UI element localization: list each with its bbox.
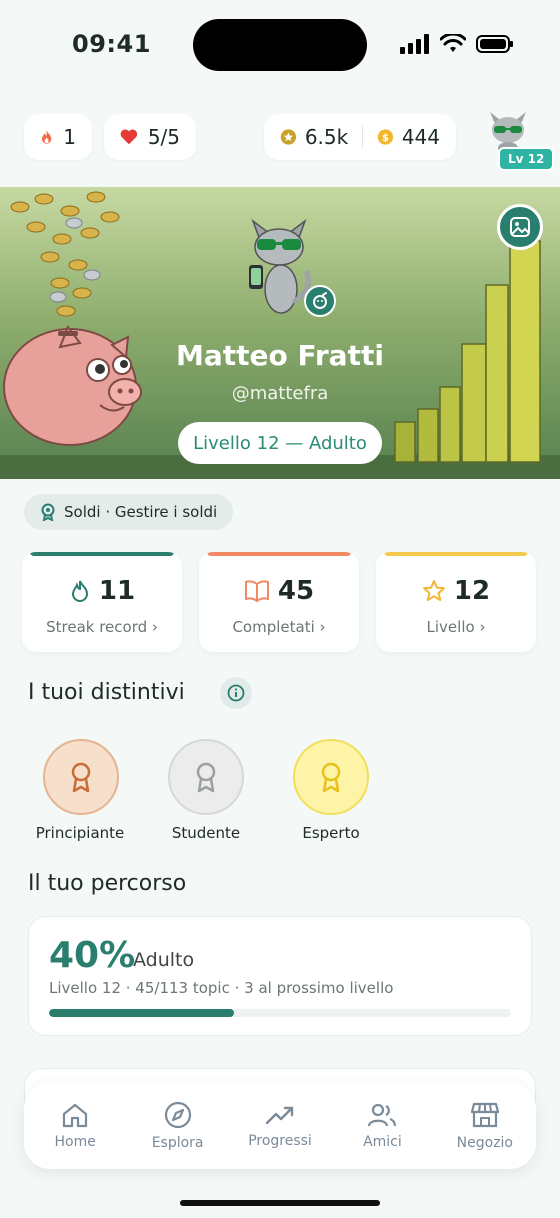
journey-percent: 40% xyxy=(49,935,136,976)
badges-info-button[interactable] xyxy=(220,677,252,709)
change-cover-button[interactable] xyxy=(497,204,543,250)
tab-amici-label: Amici xyxy=(363,1134,402,1150)
flame-icon xyxy=(71,580,88,602)
level-value: 12 xyxy=(453,576,491,606)
battery-icon xyxy=(476,35,513,53)
xp-count: 6.5k xyxy=(304,125,349,149)
level-pill[interactable]: Livello 12 — Adulto xyxy=(178,422,382,464)
level-card[interactable]: 12 Livello › xyxy=(376,552,536,652)
journey-meta: Livello 12 · 45/113 topic · 3 al prossim… xyxy=(49,979,394,997)
dynamic-island xyxy=(193,19,367,71)
completed-value: 45 xyxy=(277,576,315,606)
change-avatar-button[interactable] xyxy=(304,285,336,317)
tab-progressi[interactable]: Progressi xyxy=(229,1083,331,1169)
tab-negozio[interactable]: Negozio xyxy=(434,1083,536,1169)
badge-studente-label: Studente xyxy=(171,824,241,842)
streak-count: 1 xyxy=(63,125,76,149)
status-time: 09:41 xyxy=(72,30,151,58)
trend-icon xyxy=(265,1106,294,1125)
card-accent xyxy=(384,552,528,556)
tab-home[interactable]: Home xyxy=(24,1083,126,1169)
heart-icon xyxy=(120,129,138,145)
status-bar: 09:41 xyxy=(0,0,560,92)
badge-principiante-label: Principiante xyxy=(35,824,125,842)
ribbon-icon xyxy=(321,762,341,793)
journey-progress-fill xyxy=(49,1009,234,1017)
tab-negozio-label: Negozio xyxy=(456,1135,513,1151)
profile-name: Matteo Fratti xyxy=(176,339,384,372)
card-accent xyxy=(207,552,351,556)
lives-count: 5/5 xyxy=(147,125,180,149)
completed-card[interactable]: 45 Completati › xyxy=(199,552,359,652)
level-label: Livello › xyxy=(426,618,486,636)
streak-pill[interactable]: 1 xyxy=(24,114,92,160)
compass-icon xyxy=(164,1101,191,1129)
profile-handle: @mattefra xyxy=(231,383,329,404)
home-indicator xyxy=(180,1200,380,1206)
badge-principiante[interactable] xyxy=(43,739,119,815)
journey-title: Il tuo percorso xyxy=(28,871,187,896)
tab-home-label: Home xyxy=(54,1134,96,1150)
topic-label: Soldi · Gestire i soldi xyxy=(64,503,218,521)
tab-esplora-label: Esplora xyxy=(151,1135,204,1151)
badges-title: I tuoi distintivi xyxy=(28,680,185,705)
badge-studente[interactable] xyxy=(168,739,244,815)
status-icons xyxy=(400,34,514,54)
tab-esplora[interactable]: Esplora xyxy=(126,1083,228,1169)
profile-hero: Matteo Fratti @mattefra Livello 12 — Adu… xyxy=(0,187,560,479)
xp-star-icon xyxy=(280,129,297,145)
journey-progress-bar xyxy=(49,1009,511,1017)
journey-stage: Adulto xyxy=(133,949,195,971)
avatar-edit-icon xyxy=(313,292,327,309)
info-icon xyxy=(227,684,245,702)
badge-esperto[interactable] xyxy=(293,739,369,815)
wifi-icon xyxy=(440,34,466,52)
lives-pill[interactable]: 5/5 xyxy=(104,114,196,160)
star-icon xyxy=(422,580,445,601)
currency-pill[interactable]: 6.5k $ 444 xyxy=(264,114,456,160)
journey-card[interactable]: 40% Adulto Livello 12 · 45/113 topic · 3… xyxy=(28,916,532,1036)
flame-icon xyxy=(41,130,52,144)
image-icon xyxy=(510,217,530,237)
home-icon xyxy=(63,1103,88,1128)
shop-icon xyxy=(470,1102,499,1128)
streak-record-value: 11 xyxy=(98,576,136,606)
badge-esperto-label: Esperto xyxy=(302,824,360,842)
medal-icon xyxy=(41,503,55,521)
streak-record-label: Streak record › xyxy=(46,618,158,636)
completed-label: Completati › xyxy=(232,618,326,636)
ribbon-icon xyxy=(71,762,91,793)
friends-icon xyxy=(368,1103,397,1127)
coins-count: 444 xyxy=(401,125,440,149)
svg-text:$: $ xyxy=(382,133,389,144)
book-icon xyxy=(244,580,269,602)
signal-icon xyxy=(400,34,429,54)
tab-amici[interactable]: Amici xyxy=(331,1083,433,1169)
streak-record-card[interactable]: 11 Streak record › xyxy=(22,552,182,652)
topic-chip[interactable]: Soldi · Gestire i soldi xyxy=(24,494,234,530)
tab-bar: Home Esplora Progressi Amici Negozio xyxy=(24,1083,536,1169)
level-badge: Lv 12 xyxy=(498,147,555,171)
divider xyxy=(362,126,363,148)
card-accent xyxy=(30,552,174,556)
tab-progressi-label: Progressi xyxy=(248,1133,312,1149)
coin-icon: $ xyxy=(377,129,394,145)
ribbon-icon xyxy=(196,762,216,793)
